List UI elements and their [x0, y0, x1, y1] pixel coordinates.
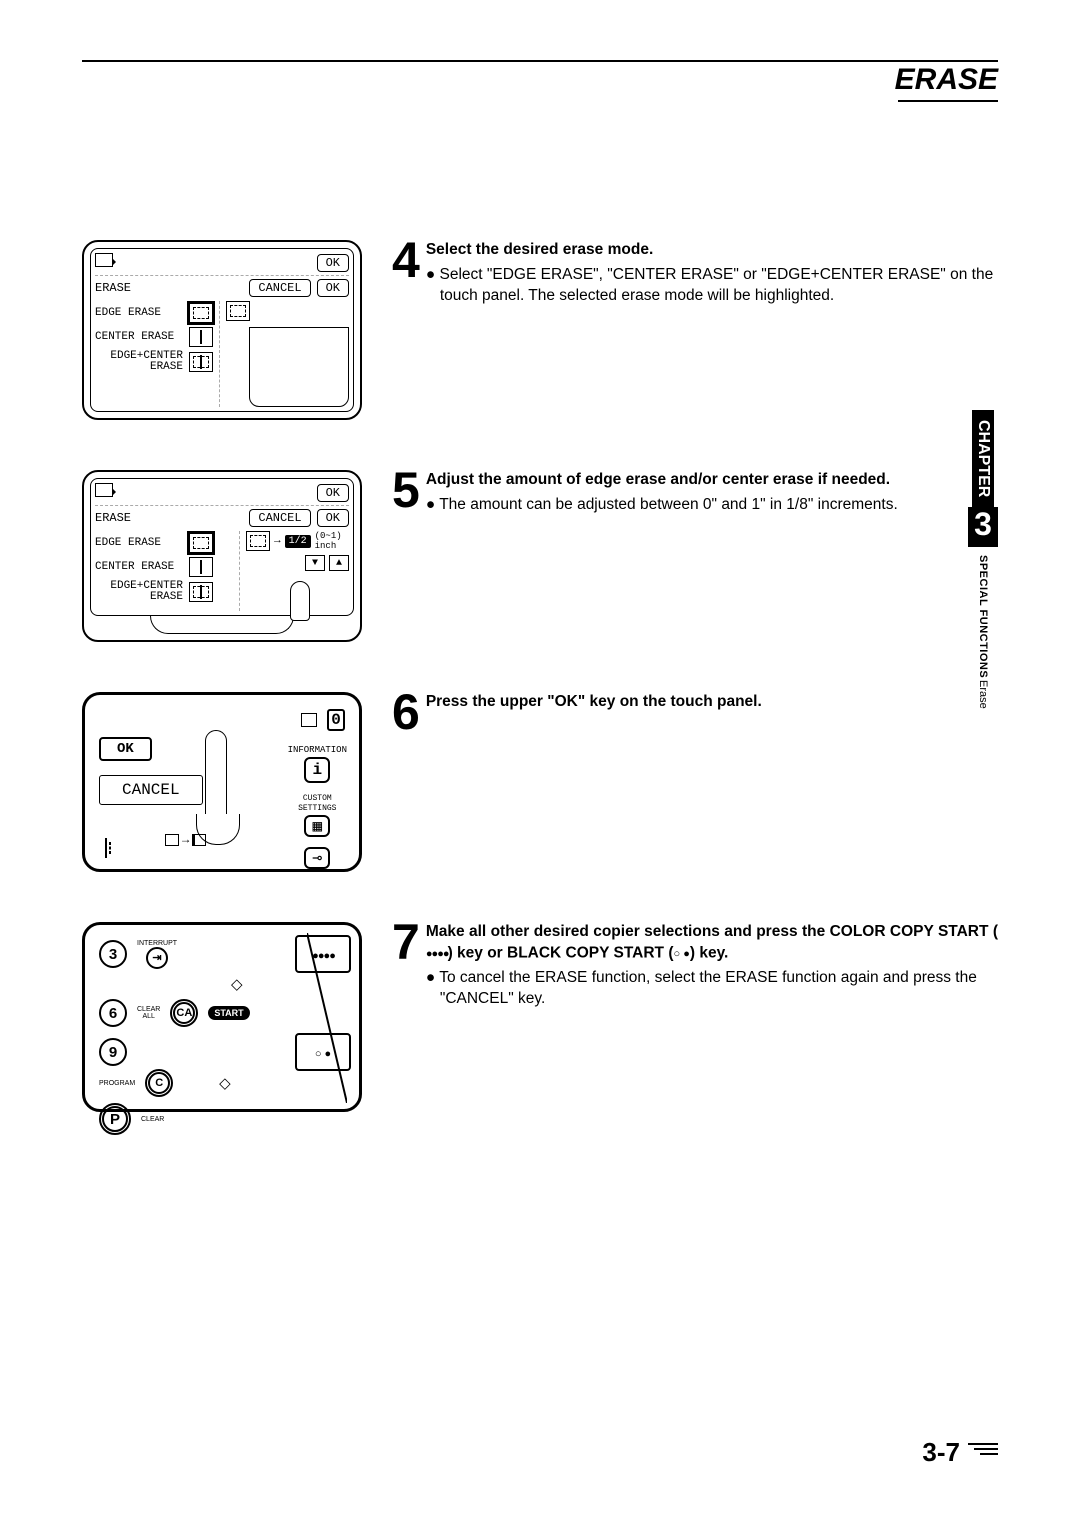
program-label: PROGRAM — [99, 1080, 135, 1087]
clear-all-label: CLEAR ALL — [137, 1006, 160, 1020]
preview-mode-icon — [226, 301, 250, 321]
mode-both-label-l2: ERASE — [150, 591, 183, 603]
ok-inner-button[interactable]: OK — [317, 509, 349, 527]
erase-label: ERASE — [95, 511, 131, 525]
increase-button[interactable]: ▲ — [329, 555, 349, 571]
clear-label: CLEAR — [141, 1116, 164, 1123]
step-4-heading: Select the desired erase mode. — [426, 240, 998, 261]
topic-label: Erase — [977, 680, 989, 709]
mode-edge-label: EDGE ERASE — [95, 537, 183, 549]
program-button[interactable]: P — [102, 1106, 128, 1132]
preview-mode-icon — [246, 531, 270, 551]
preview-box — [249, 327, 349, 407]
keypad-6[interactable]: 6 — [99, 999, 127, 1027]
step-4-p1: Select "EDGE ERASE", "CENTER ERASE" or "… — [440, 265, 998, 307]
interrupt-label: INTERRUPT — [137, 940, 177, 947]
counter-icon: 0 — [327, 709, 345, 731]
mode-center-icon[interactable] — [189, 327, 213, 347]
ok-outer-button[interactable]: OK — [317, 484, 349, 502]
amount-unit: inch — [315, 541, 337, 551]
mode-edge-label: EDGE ERASE — [95, 307, 183, 319]
control-panel: 3 INTERRUPT ⇥ ◇ 6 CLEAR ALL CA START — [82, 922, 362, 1112]
custom-settings-label-l1: CUSTOM — [303, 795, 332, 803]
content: OK ERASE CANCEL OK EDGE ERASE CENTER ERA… — [82, 240, 998, 1162]
step-number-6: 6 — [392, 692, 420, 732]
step-7-p1: To cancel the ERASE function, select the… — [440, 968, 998, 1010]
mode-center-label: CENTER ERASE — [95, 561, 183, 573]
step-6-figure: 0 OK CANCEL INFORMATION i CUSTOM SETTING… — [82, 692, 362, 872]
mode-center-label: CENTER ERASE — [95, 331, 183, 343]
start-diamond-icon: ◇ — [231, 975, 243, 993]
doc-icon — [95, 253, 113, 267]
step-4: OK ERASE CANCEL OK EDGE ERASE CENTER ERA… — [82, 240, 998, 420]
margin-shift-icon: → — [165, 833, 206, 847]
keypad-9[interactable]: 9 — [99, 1038, 127, 1066]
ok-inner-button[interactable]: OK — [317, 279, 349, 297]
decrease-button[interactable]: ▼ — [305, 555, 325, 571]
chapter-tab: CHAPTER 3 SPECIAL FUNCTIONS Erase — [968, 410, 998, 720]
mode-both-icon[interactable] — [189, 582, 213, 602]
step-5-p1: The amount can be adjusted between 0" an… — [440, 495, 998, 516]
cancel-button[interactable]: CANCEL — [99, 775, 203, 805]
erase-label: ERASE — [95, 281, 131, 295]
key-button[interactable]: ⊸ — [304, 847, 330, 869]
clear-all-button[interactable]: CA — [173, 1002, 195, 1024]
amount-range: (0~1) — [315, 531, 342, 541]
step-5-heading: Adjust the amount of edge erase and/or c… — [426, 470, 998, 491]
step-7-figure: 3 INTERRUPT ⇥ ◇ 6 CLEAR ALL CA START — [82, 922, 362, 1112]
step-6-heading: Press the upper "OK" key on the touch pa… — [426, 692, 998, 713]
erase-panel: OK ERASE CANCEL OK EDGE ERASE CENTER ERA… — [82, 240, 362, 420]
mode-edge-icon[interactable] — [189, 533, 213, 553]
step-5-figure: OK ERASE CANCEL OK EDGE ERASE CENTER ERA… — [82, 470, 362, 642]
panel-edge — [307, 933, 347, 1103]
page-title: ERASE — [895, 63, 998, 97]
step-6: 0 OK CANCEL INFORMATION i CUSTOM SETTING… — [82, 692, 998, 872]
step-number-7: 7 — [392, 922, 420, 962]
page-number: 3-7 — [922, 1437, 960, 1468]
cancel-button[interactable]: CANCEL — [249, 509, 310, 527]
finger-icon — [290, 581, 310, 621]
header-rule — [82, 60, 998, 62]
mode-both-icon[interactable] — [189, 352, 213, 372]
doc-icon — [95, 483, 113, 497]
header-underline — [898, 100, 998, 102]
color-dots-icon — [426, 943, 448, 964]
information-label: INFORMATION — [288, 745, 347, 755]
start-label: START — [208, 1006, 249, 1020]
section-label: SPECIAL FUNCTIONS — [977, 555, 989, 678]
cancel-button[interactable]: CANCEL — [249, 279, 310, 297]
step-4-figure: OK ERASE CANCEL OK EDGE ERASE CENTER ERA… — [82, 240, 362, 420]
ok-outer-button[interactable]: OK — [317, 254, 349, 272]
ok-press-panel: 0 OK CANCEL INFORMATION i CUSTOM SETTING… — [82, 692, 362, 872]
mode-both-label-l2: ERASE — [150, 361, 183, 373]
information-button[interactable]: i — [304, 757, 330, 783]
finger-icon — [205, 730, 227, 830]
bw-dots-icon — [674, 943, 690, 964]
step-7: 3 INTERRUPT ⇥ ◇ 6 CLEAR ALL CA START — [82, 922, 998, 1112]
clear-button[interactable]: C — [148, 1072, 170, 1094]
erase-amount-value: 1/2 — [285, 535, 311, 548]
step-5: OK ERASE CANCEL OK EDGE ERASE CENTER ERA… — [82, 470, 998, 642]
mode-edge-icon[interactable] — [189, 303, 213, 323]
custom-settings-button[interactable]: ▦ — [304, 815, 330, 837]
mode-center-icon[interactable] — [189, 557, 213, 577]
keypad-3[interactable]: 3 — [99, 940, 127, 968]
page-number-ornament — [968, 1443, 998, 1458]
step-number-5: 5 — [392, 470, 420, 510]
step-7-heading: Make all other desired copier selections… — [426, 922, 998, 964]
interrupt-button[interactable]: ⇥ — [146, 947, 168, 969]
custom-settings-label-l2: SETTINGS — [298, 805, 336, 813]
erase-panel-adjust: OK ERASE CANCEL OK EDGE ERASE CENTER ERA… — [82, 470, 362, 642]
copy-icon — [301, 713, 317, 727]
start-diamond-icon-2: ◇ — [219, 1074, 231, 1092]
step-number-4: 4 — [392, 240, 420, 280]
chapter-label: CHAPTER — [972, 410, 994, 507]
erase-icon — [105, 838, 107, 858]
chapter-number: 3 — [968, 507, 998, 546]
